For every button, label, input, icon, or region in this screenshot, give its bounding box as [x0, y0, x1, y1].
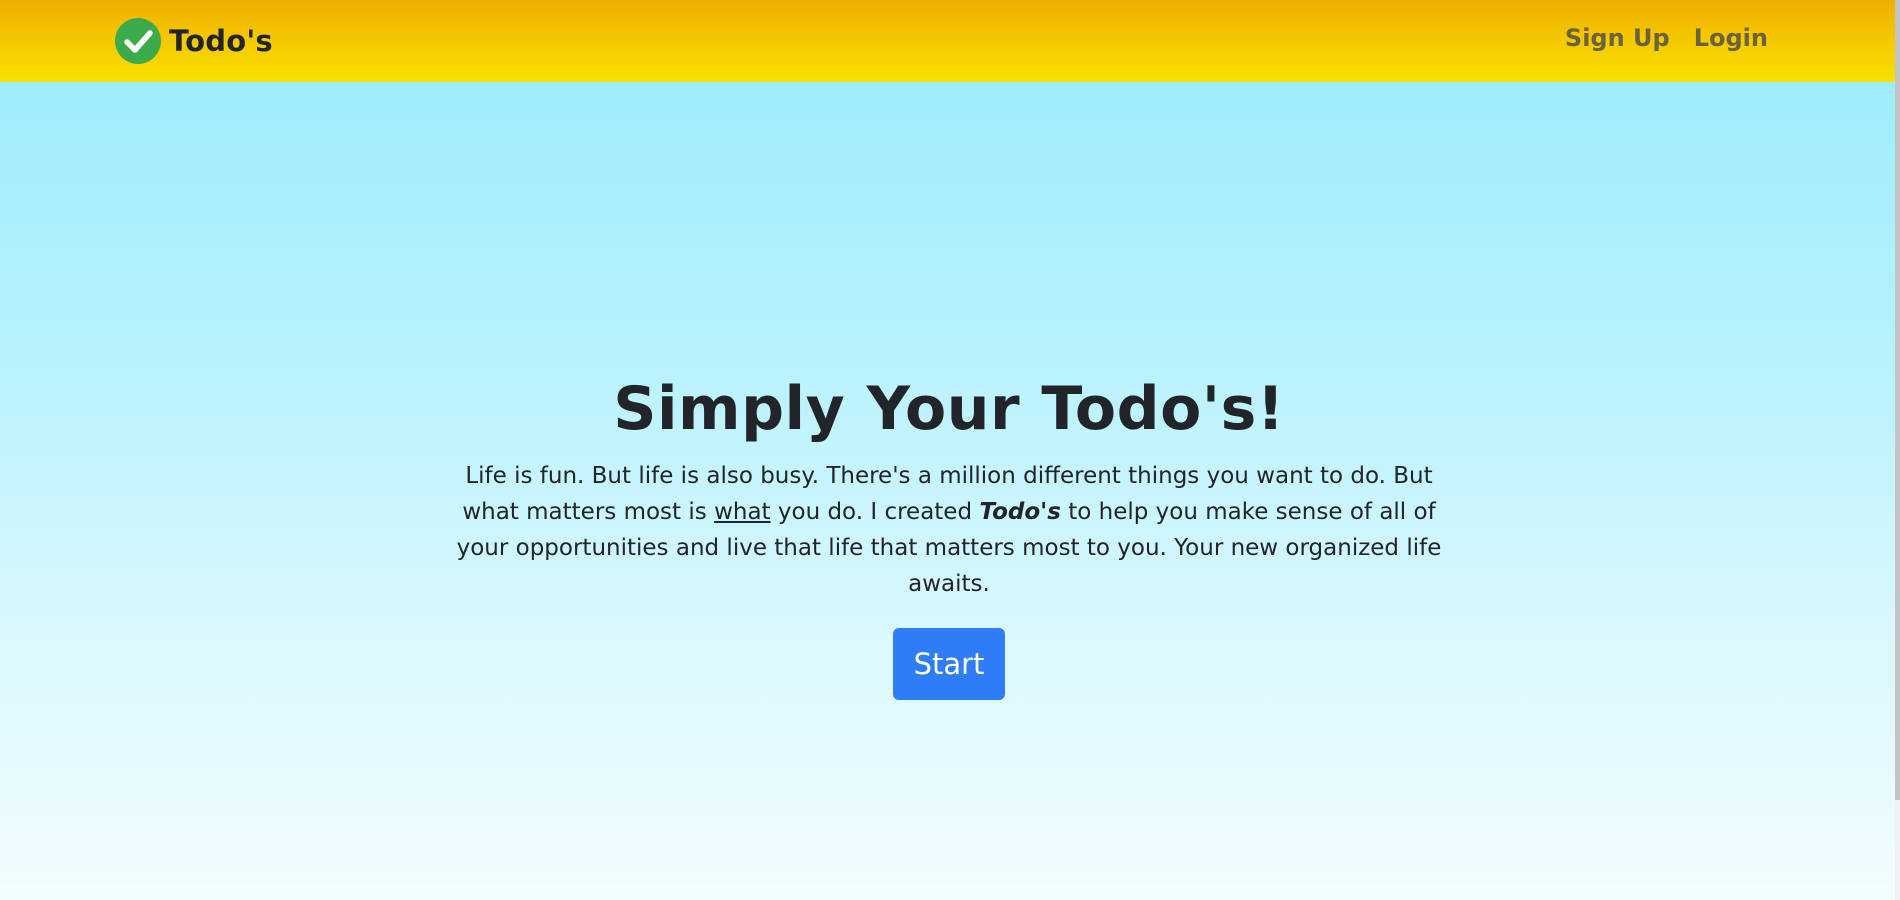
- page-background: Todo's Sign Up Login Simply Your Todo's!…: [0, 0, 1900, 900]
- hero-text-emphasis: Todo's: [979, 499, 1061, 525]
- hero-title: Simply Your Todo's!: [613, 374, 1285, 444]
- brand-link[interactable]: Todo's: [115, 18, 273, 64]
- hero-text-underline: what: [714, 499, 771, 525]
- hero-section: Simply Your Todo's! Life is fun. But lif…: [0, 370, 1898, 700]
- start-button[interactable]: Start: [893, 628, 1005, 700]
- nav-links: Sign Up Login: [1565, 24, 1768, 52]
- scrollbar-thumb[interactable]: [1895, 0, 1900, 800]
- brand-name: Todo's: [169, 24, 273, 58]
- sign-up-link[interactable]: Sign Up: [1565, 24, 1670, 52]
- hero-text-part2: you do. I created: [770, 499, 980, 525]
- check-circle-icon: [115, 18, 161, 64]
- top-navbar: Todo's Sign Up Login: [0, 0, 1900, 82]
- vertical-scrollbar[interactable]: [1895, 0, 1900, 900]
- login-link[interactable]: Login: [1694, 24, 1768, 52]
- hero-description: Life is fun. But life is also busy. Ther…: [449, 458, 1449, 602]
